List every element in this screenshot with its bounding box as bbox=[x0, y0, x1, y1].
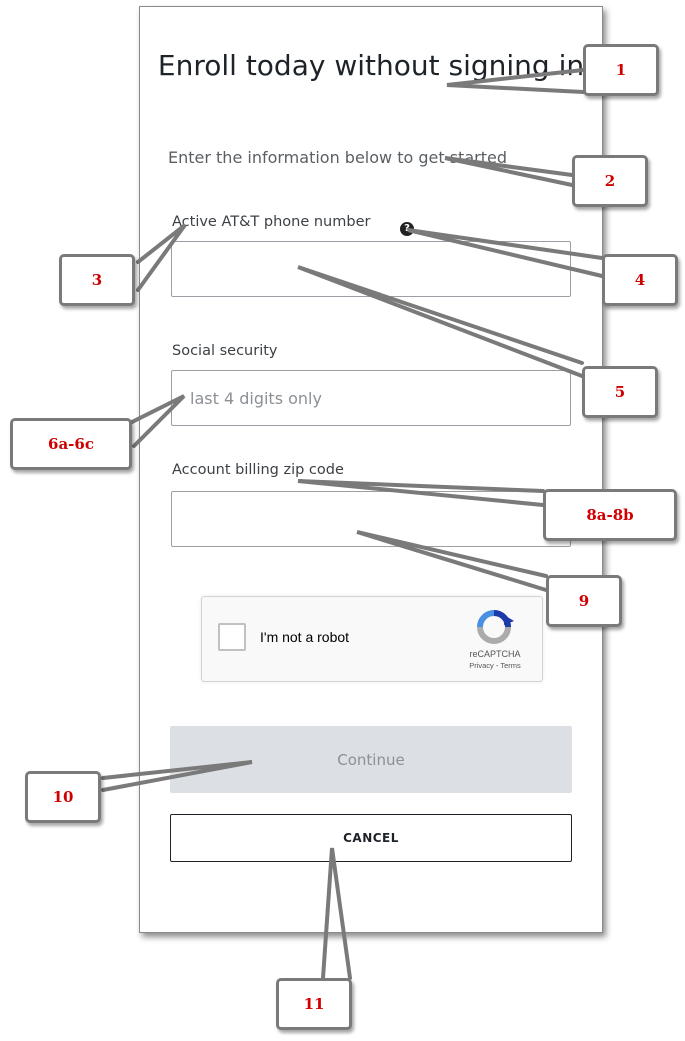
leader-2 bbox=[444, 156, 574, 187]
leader-5 bbox=[297, 265, 584, 378]
leader-8 bbox=[297, 479, 545, 507]
callout-10: 10 bbox=[25, 771, 101, 823]
leader-11 bbox=[321, 847, 352, 980]
callout-3: 3 bbox=[59, 254, 135, 306]
callout-4: 4 bbox=[602, 254, 678, 306]
callout-8a-8b: 8a-8b bbox=[543, 489, 677, 541]
leader-10 bbox=[101, 760, 253, 792]
callout-5: 5 bbox=[582, 366, 658, 418]
leader-9 bbox=[356, 530, 548, 592]
callout-11: 11 bbox=[276, 978, 352, 1030]
callout-6a-6c: 6a-6c bbox=[10, 418, 132, 470]
leader-4 bbox=[407, 228, 604, 278]
callout-9: 9 bbox=[546, 575, 622, 627]
callout-1: 1 bbox=[583, 44, 659, 96]
callout-2: 2 bbox=[572, 155, 648, 207]
leader-1 bbox=[446, 68, 585, 94]
leader-3 bbox=[136, 223, 187, 292]
